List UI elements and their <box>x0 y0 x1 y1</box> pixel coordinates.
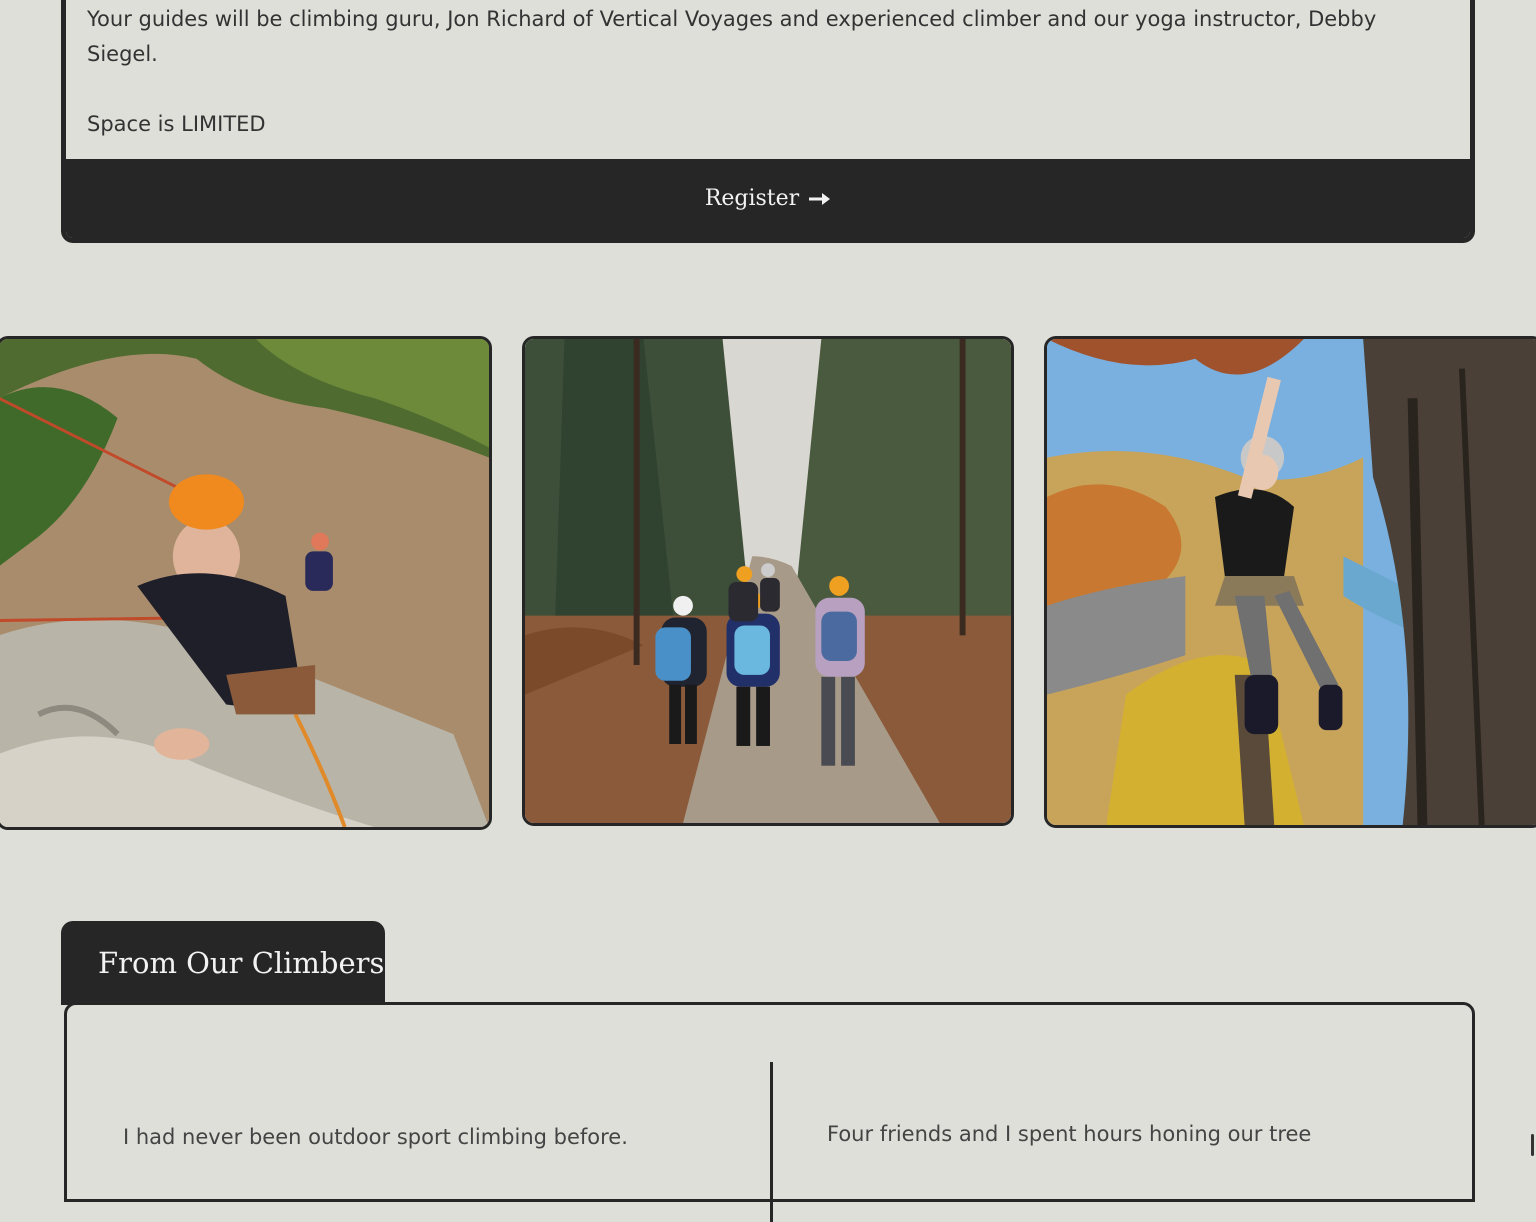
gallery-photo-rock-climber[interactable] <box>0 336 492 830</box>
register-label: Register <box>704 186 800 211</box>
event-description-block: Your guides will be climbing guru, Jon R… <box>87 2 1427 142</box>
register-button[interactable]: Register <box>66 159 1470 238</box>
gallery-photo-tree-climber[interactable] <box>1044 336 1536 828</box>
testimonials-divider <box>770 1062 773 1222</box>
rock-climber-image <box>0 339 489 827</box>
gallery-photo-forest-hike[interactable] <box>522 336 1014 826</box>
arrow-right-icon <box>809 192 831 205</box>
forest-hike-image <box>525 339 1011 823</box>
testimonials-heading: From Our Climbers <box>61 921 385 1005</box>
tree-climber-image <box>1047 339 1536 825</box>
event-notice: Space is LIMITED <box>87 112 266 136</box>
scrollbar[interactable] <box>1531 1134 1534 1156</box>
event-description: Your guides will be climbing guru, Jon R… <box>87 7 1377 66</box>
testimonial-quote: I had never been outdoor sport climbing … <box>123 1125 628 1149</box>
testimonials-panel: I had never been outdoor sport climbing … <box>64 1002 1475 1222</box>
event-info-card: Your guides will be climbing guru, Jon R… <box>61 0 1475 243</box>
testimonial-quote: Four friends and I spent hours honing ou… <box>827 1122 1312 1146</box>
